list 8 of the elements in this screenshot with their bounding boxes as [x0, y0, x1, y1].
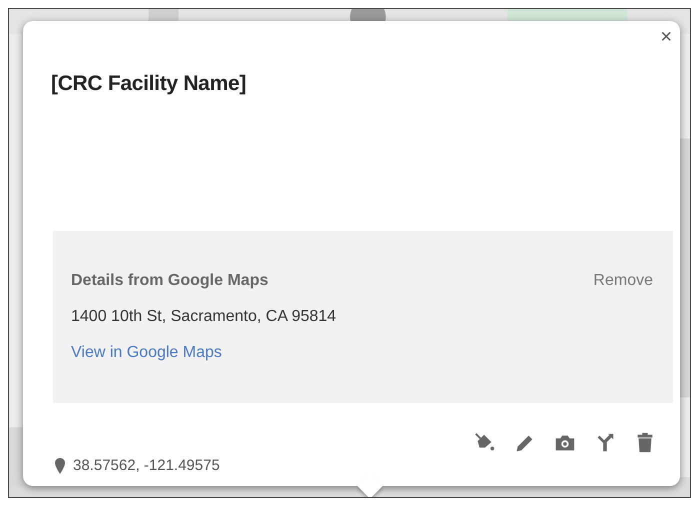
coordinates-text: 38.57562, -121.49575 [73, 456, 220, 476]
remove-button[interactable]: Remove [593, 269, 653, 293]
details-heading: Details from Google Maps [71, 271, 268, 291]
maps-link[interactable]: View in Google Maps [71, 341, 222, 365]
popup-title: [CRC Facility Name] [51, 71, 246, 96]
close-button[interactable]: × [654, 25, 678, 49]
pin-icon [55, 458, 65, 474]
address-text: 1400 10th St, Sacramento, CA 95814 [71, 307, 338, 327]
